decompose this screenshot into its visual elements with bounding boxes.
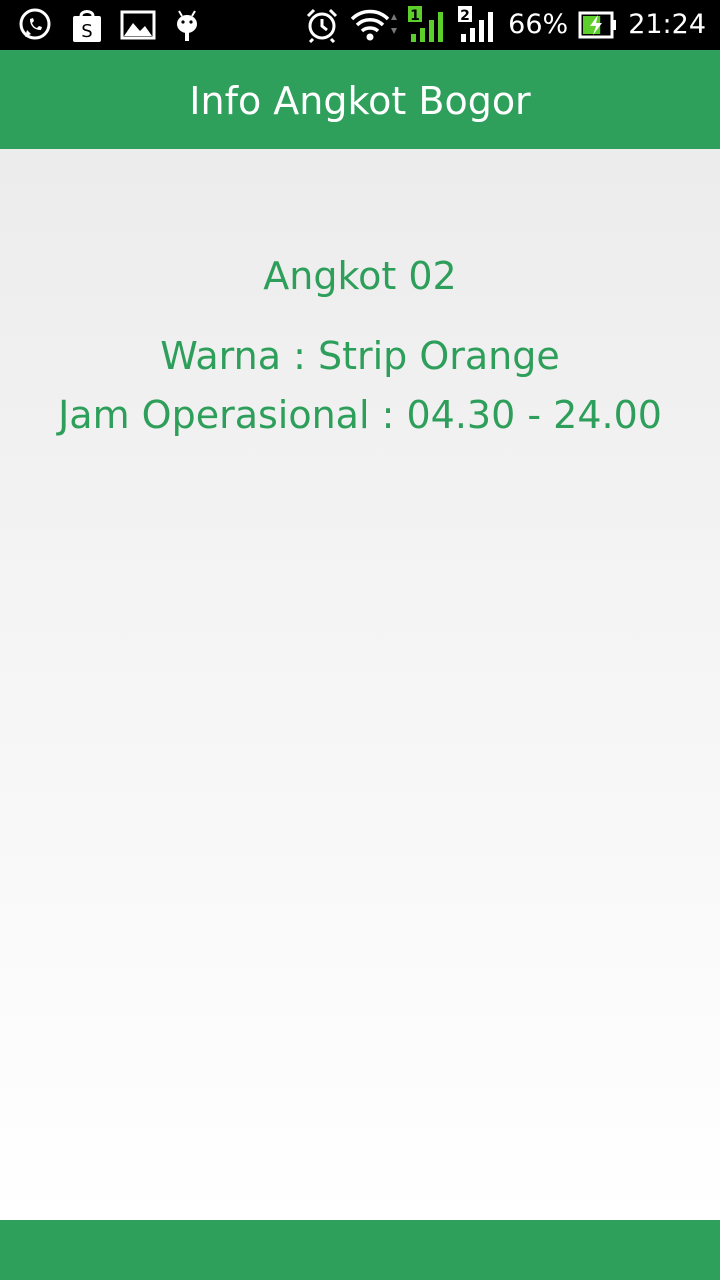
app-title: Info Angkot Bogor bbox=[189, 78, 531, 123]
screen: S 1 2 66% 21:24 Info Angkot Bogor Angkot… bbox=[0, 0, 720, 1280]
route-info: Angkot 02 Warna : Strip Orange Jam Opera… bbox=[0, 149, 720, 1220]
alarm-icon bbox=[304, 7, 340, 43]
angkot-name: Angkot 02 bbox=[263, 254, 457, 298]
android-icon bbox=[172, 7, 202, 43]
svg-text:2: 2 bbox=[460, 8, 470, 24]
whatsapp-icon bbox=[16, 6, 54, 44]
bottom-bar bbox=[0, 1220, 720, 1280]
warna-text: Warna : Strip Orange bbox=[160, 334, 560, 378]
app-bar: Info Angkot Bogor bbox=[0, 50, 720, 149]
gallery-icon bbox=[120, 10, 156, 40]
signal-sim1-icon: 1 bbox=[408, 6, 448, 44]
jam-operasional-text: Jam Operasional : 04.30 - 24.00 bbox=[58, 393, 662, 437]
battery-charging-icon bbox=[578, 11, 618, 39]
svg-text:S: S bbox=[81, 21, 92, 42]
status-bar-notifications: S bbox=[16, 0, 202, 50]
status-bar: S 1 2 66% 21:24 bbox=[0, 0, 720, 50]
signal-sim2-icon: 2 bbox=[458, 6, 498, 44]
wifi-icon bbox=[350, 8, 398, 42]
status-bar-system: 1 2 66% 21:24 bbox=[304, 0, 706, 50]
shop-bag-icon: S bbox=[70, 6, 104, 44]
svg-text:1: 1 bbox=[410, 8, 420, 24]
battery-percent: 66% bbox=[508, 9, 569, 40]
clock: 21:24 bbox=[628, 9, 706, 40]
